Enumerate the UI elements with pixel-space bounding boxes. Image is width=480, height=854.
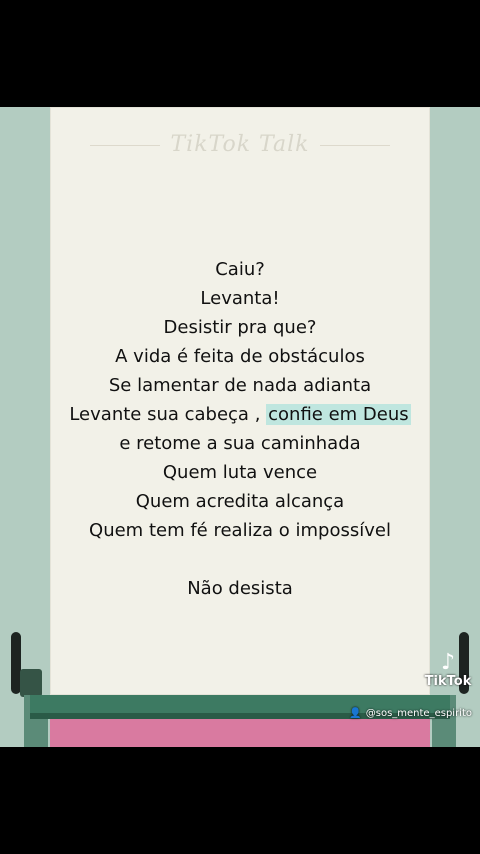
poem-line: Caiu? xyxy=(215,259,265,280)
creator-handle-text: @sos_mente_espirito xyxy=(365,708,472,719)
poem-line-highlighted: Levante sua cabeça , confie em Deus xyxy=(50,400,430,429)
poem-closing: Não desista xyxy=(187,578,293,599)
user-icon: 👤 xyxy=(349,708,362,719)
video-frame[interactable]: TikTok Talk Caiu? Levanta! Desistir pra … xyxy=(0,107,480,747)
typewriter-body xyxy=(50,719,430,747)
tiktok-logo-text: TikTok xyxy=(424,674,472,689)
poem-line-start: Levante sua cabeça , xyxy=(69,404,267,425)
poem-line: e retome a sua caminhada xyxy=(119,433,361,454)
tiktok-watermark: ♪ TikTok xyxy=(420,650,476,690)
poem-line: Levanta! xyxy=(200,288,280,309)
poem-text: Caiu? Levanta! Desistir pra que? A vida … xyxy=(50,255,430,603)
highlighted-phrase: confie em Deus xyxy=(266,404,411,425)
poem-line: Se lamentar de nada adianta xyxy=(108,375,372,396)
typewriter-knob xyxy=(20,669,42,697)
creator-handle[interactable]: 👤 @sos_mente_espirito xyxy=(349,708,472,719)
poem-line: Desistir pra que? xyxy=(163,317,317,338)
paper-sheet: TikTok Talk Caiu? Levanta! Desistir pra … xyxy=(50,107,430,695)
poem-line: Quem acredita alcança xyxy=(135,491,345,512)
poem-line: A vida é feita de obstáculos xyxy=(115,346,365,367)
poem-line: Quem luta vence xyxy=(162,462,318,483)
watermark-text: TikTok Talk xyxy=(50,132,430,157)
tiktok-logo-icon: ♪ xyxy=(440,650,456,675)
poem-line: Quem tem fé realiza o impossível xyxy=(89,520,391,541)
